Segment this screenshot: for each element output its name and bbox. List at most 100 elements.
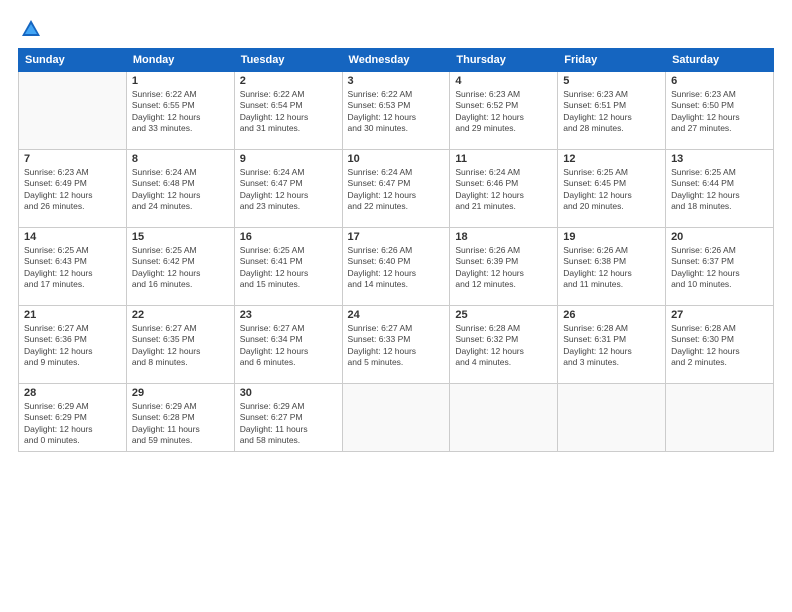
day-info: Sunrise: 6:22 AM Sunset: 6:55 PM Dayligh… bbox=[132, 89, 229, 135]
calendar-cell: 23 Sunrise: 6:27 AM Sunset: 6:34 PM Dayli… bbox=[234, 306, 342, 384]
calendar-header-sunday: Sunday bbox=[19, 49, 127, 72]
day-info: Sunrise: 6:26 AM Sunset: 6:38 PM Dayligh… bbox=[563, 245, 660, 291]
day-info: Sunrise: 6:26 AM Sunset: 6:40 PM Dayligh… bbox=[348, 245, 445, 291]
day-info: Sunrise: 6:26 AM Sunset: 6:39 PM Dayligh… bbox=[455, 245, 552, 291]
day-number: 18 bbox=[455, 231, 552, 243]
calendar-cell: 8 Sunrise: 6:24 AM Sunset: 6:48 PM Daylig… bbox=[126, 150, 234, 228]
day-info: Sunrise: 6:24 AM Sunset: 6:47 PM Dayligh… bbox=[348, 167, 445, 213]
calendar-table: SundayMondayTuesdayWednesdayThursdayFrid… bbox=[18, 48, 774, 452]
day-number: 14 bbox=[24, 231, 121, 243]
day-number: 30 bbox=[240, 387, 337, 399]
day-info: Sunrise: 6:26 AM Sunset: 6:37 PM Dayligh… bbox=[671, 245, 768, 291]
day-info: Sunrise: 6:29 AM Sunset: 6:29 PM Dayligh… bbox=[24, 401, 121, 447]
day-info: Sunrise: 6:29 AM Sunset: 6:28 PM Dayligh… bbox=[132, 401, 229, 447]
day-info: Sunrise: 6:24 AM Sunset: 6:48 PM Dayligh… bbox=[132, 167, 229, 213]
calendar-cell: 28 Sunrise: 6:29 AM Sunset: 6:29 PM Dayli… bbox=[19, 384, 127, 452]
calendar-cell: 21 Sunrise: 6:27 AM Sunset: 6:36 PM Dayli… bbox=[19, 306, 127, 384]
day-info: Sunrise: 6:24 AM Sunset: 6:47 PM Dayligh… bbox=[240, 167, 337, 213]
day-number: 2 bbox=[240, 75, 337, 87]
day-info: Sunrise: 6:25 AM Sunset: 6:42 PM Dayligh… bbox=[132, 245, 229, 291]
day-number: 4 bbox=[455, 75, 552, 87]
day-info: Sunrise: 6:23 AM Sunset: 6:49 PM Dayligh… bbox=[24, 167, 121, 213]
day-number: 6 bbox=[671, 75, 768, 87]
day-number: 13 bbox=[671, 153, 768, 165]
calendar-cell: 5 Sunrise: 6:23 AM Sunset: 6:51 PM Daylig… bbox=[558, 72, 666, 150]
day-info: Sunrise: 6:25 AM Sunset: 6:43 PM Dayligh… bbox=[24, 245, 121, 291]
calendar-cell: 22 Sunrise: 6:27 AM Sunset: 6:35 PM Dayli… bbox=[126, 306, 234, 384]
day-number: 21 bbox=[24, 309, 121, 321]
logo-icon bbox=[20, 18, 42, 40]
calendar-cell: 27 Sunrise: 6:28 AM Sunset: 6:30 PM Dayli… bbox=[666, 306, 774, 384]
day-number: 16 bbox=[240, 231, 337, 243]
calendar-header-thursday: Thursday bbox=[450, 49, 558, 72]
calendar-cell: 26 Sunrise: 6:28 AM Sunset: 6:31 PM Dayli… bbox=[558, 306, 666, 384]
day-info: Sunrise: 6:22 AM Sunset: 6:54 PM Dayligh… bbox=[240, 89, 337, 135]
day-info: Sunrise: 6:28 AM Sunset: 6:32 PM Dayligh… bbox=[455, 323, 552, 369]
day-number: 5 bbox=[563, 75, 660, 87]
day-number: 3 bbox=[348, 75, 445, 87]
day-info: Sunrise: 6:28 AM Sunset: 6:31 PM Dayligh… bbox=[563, 323, 660, 369]
day-number: 17 bbox=[348, 231, 445, 243]
day-number: 26 bbox=[563, 309, 660, 321]
calendar-cell bbox=[666, 384, 774, 452]
calendar-cell bbox=[342, 384, 450, 452]
calendar-cell: 20Sunrise: 6:26 AM Sunset: 6:37 PM Dayli… bbox=[666, 228, 774, 306]
calendar-cell: 15 Sunrise: 6:25 AM Sunset: 6:42 PM Dayli… bbox=[126, 228, 234, 306]
calendar-cell: 19 Sunrise: 6:26 AM Sunset: 6:38 PM Dayli… bbox=[558, 228, 666, 306]
day-number: 29 bbox=[132, 387, 229, 399]
day-info: Sunrise: 6:25 AM Sunset: 6:44 PM Dayligh… bbox=[671, 167, 768, 213]
day-number: 27 bbox=[671, 309, 768, 321]
day-info: Sunrise: 6:27 AM Sunset: 6:34 PM Dayligh… bbox=[240, 323, 337, 369]
day-info: Sunrise: 6:27 AM Sunset: 6:33 PM Dayligh… bbox=[348, 323, 445, 369]
calendar-cell: 4 Sunrise: 6:23 AM Sunset: 6:52 PM Daylig… bbox=[450, 72, 558, 150]
day-number: 25 bbox=[455, 309, 552, 321]
day-info: Sunrise: 6:25 AM Sunset: 6:41 PM Dayligh… bbox=[240, 245, 337, 291]
calendar-cell: 3 Sunrise: 6:22 AM Sunset: 6:53 PM Daylig… bbox=[342, 72, 450, 150]
logo-general bbox=[18, 18, 42, 40]
day-number: 8 bbox=[132, 153, 229, 165]
day-info: Sunrise: 6:27 AM Sunset: 6:36 PM Dayligh… bbox=[24, 323, 121, 369]
day-info: Sunrise: 6:23 AM Sunset: 6:52 PM Dayligh… bbox=[455, 89, 552, 135]
calendar-cell bbox=[558, 384, 666, 452]
calendar-cell: 2 Sunrise: 6:22 AM Sunset: 6:54 PM Daylig… bbox=[234, 72, 342, 150]
day-number: 22 bbox=[132, 309, 229, 321]
day-info: Sunrise: 6:27 AM Sunset: 6:35 PM Dayligh… bbox=[132, 323, 229, 369]
calendar-cell: 16 Sunrise: 6:25 AM Sunset: 6:41 PM Dayli… bbox=[234, 228, 342, 306]
calendar-cell: 24 Sunrise: 6:27 AM Sunset: 6:33 PM Dayli… bbox=[342, 306, 450, 384]
day-number: 10 bbox=[348, 153, 445, 165]
calendar-cell: 18 Sunrise: 6:26 AM Sunset: 6:39 PM Dayli… bbox=[450, 228, 558, 306]
day-number: 7 bbox=[24, 153, 121, 165]
logo bbox=[18, 18, 42, 40]
day-number: 15 bbox=[132, 231, 229, 243]
day-number: 19 bbox=[563, 231, 660, 243]
calendar-cell: 13 Sunrise: 6:25 AM Sunset: 6:44 PM Dayli… bbox=[666, 150, 774, 228]
day-number: 23 bbox=[240, 309, 337, 321]
day-number: 9 bbox=[240, 153, 337, 165]
calendar-cell bbox=[450, 384, 558, 452]
calendar-cell: 12 Sunrise: 6:25 AM Sunset: 6:45 PM Dayli… bbox=[558, 150, 666, 228]
day-info: Sunrise: 6:28 AM Sunset: 6:30 PM Dayligh… bbox=[671, 323, 768, 369]
calendar-cell: 11 Sunrise: 6:24 AM Sunset: 6:46 PM Dayli… bbox=[450, 150, 558, 228]
calendar-cell: 30Sunrise: 6:29 AM Sunset: 6:27 PM Dayli… bbox=[234, 384, 342, 452]
day-info: Sunrise: 6:22 AM Sunset: 6:53 PM Dayligh… bbox=[348, 89, 445, 135]
calendar-cell: 25 Sunrise: 6:28 AM Sunset: 6:32 PM Dayli… bbox=[450, 306, 558, 384]
calendar-cell: 7 Sunrise: 6:23 AM Sunset: 6:49 PM Daylig… bbox=[19, 150, 127, 228]
header bbox=[18, 18, 774, 40]
page: SundayMondayTuesdayWednesdayThursdayFrid… bbox=[0, 0, 792, 612]
calendar-header-tuesday: Tuesday bbox=[234, 49, 342, 72]
calendar-cell: 9 Sunrise: 6:24 AM Sunset: 6:47 PM Daylig… bbox=[234, 150, 342, 228]
day-number: 11 bbox=[455, 153, 552, 165]
day-number: 28 bbox=[24, 387, 121, 399]
calendar-cell: 6Sunrise: 6:23 AM Sunset: 6:50 PM Daylig… bbox=[666, 72, 774, 150]
calendar-cell: 10 Sunrise: 6:24 AM Sunset: 6:47 PM Dayli… bbox=[342, 150, 450, 228]
day-info: Sunrise: 6:24 AM Sunset: 6:46 PM Dayligh… bbox=[455, 167, 552, 213]
day-number: 12 bbox=[563, 153, 660, 165]
calendar-header-friday: Friday bbox=[558, 49, 666, 72]
day-number: 24 bbox=[348, 309, 445, 321]
calendar-cell: 1Sunrise: 6:22 AM Sunset: 6:55 PM Daylig… bbox=[126, 72, 234, 150]
day-info: Sunrise: 6:25 AM Sunset: 6:45 PM Dayligh… bbox=[563, 167, 660, 213]
calendar-cell bbox=[19, 72, 127, 150]
calendar-cell: 29 Sunrise: 6:29 AM Sunset: 6:28 PM Dayli… bbox=[126, 384, 234, 452]
day-info: Sunrise: 6:23 AM Sunset: 6:51 PM Dayligh… bbox=[563, 89, 660, 135]
calendar-cell: 14 Sunrise: 6:25 AM Sunset: 6:43 PM Dayli… bbox=[19, 228, 127, 306]
